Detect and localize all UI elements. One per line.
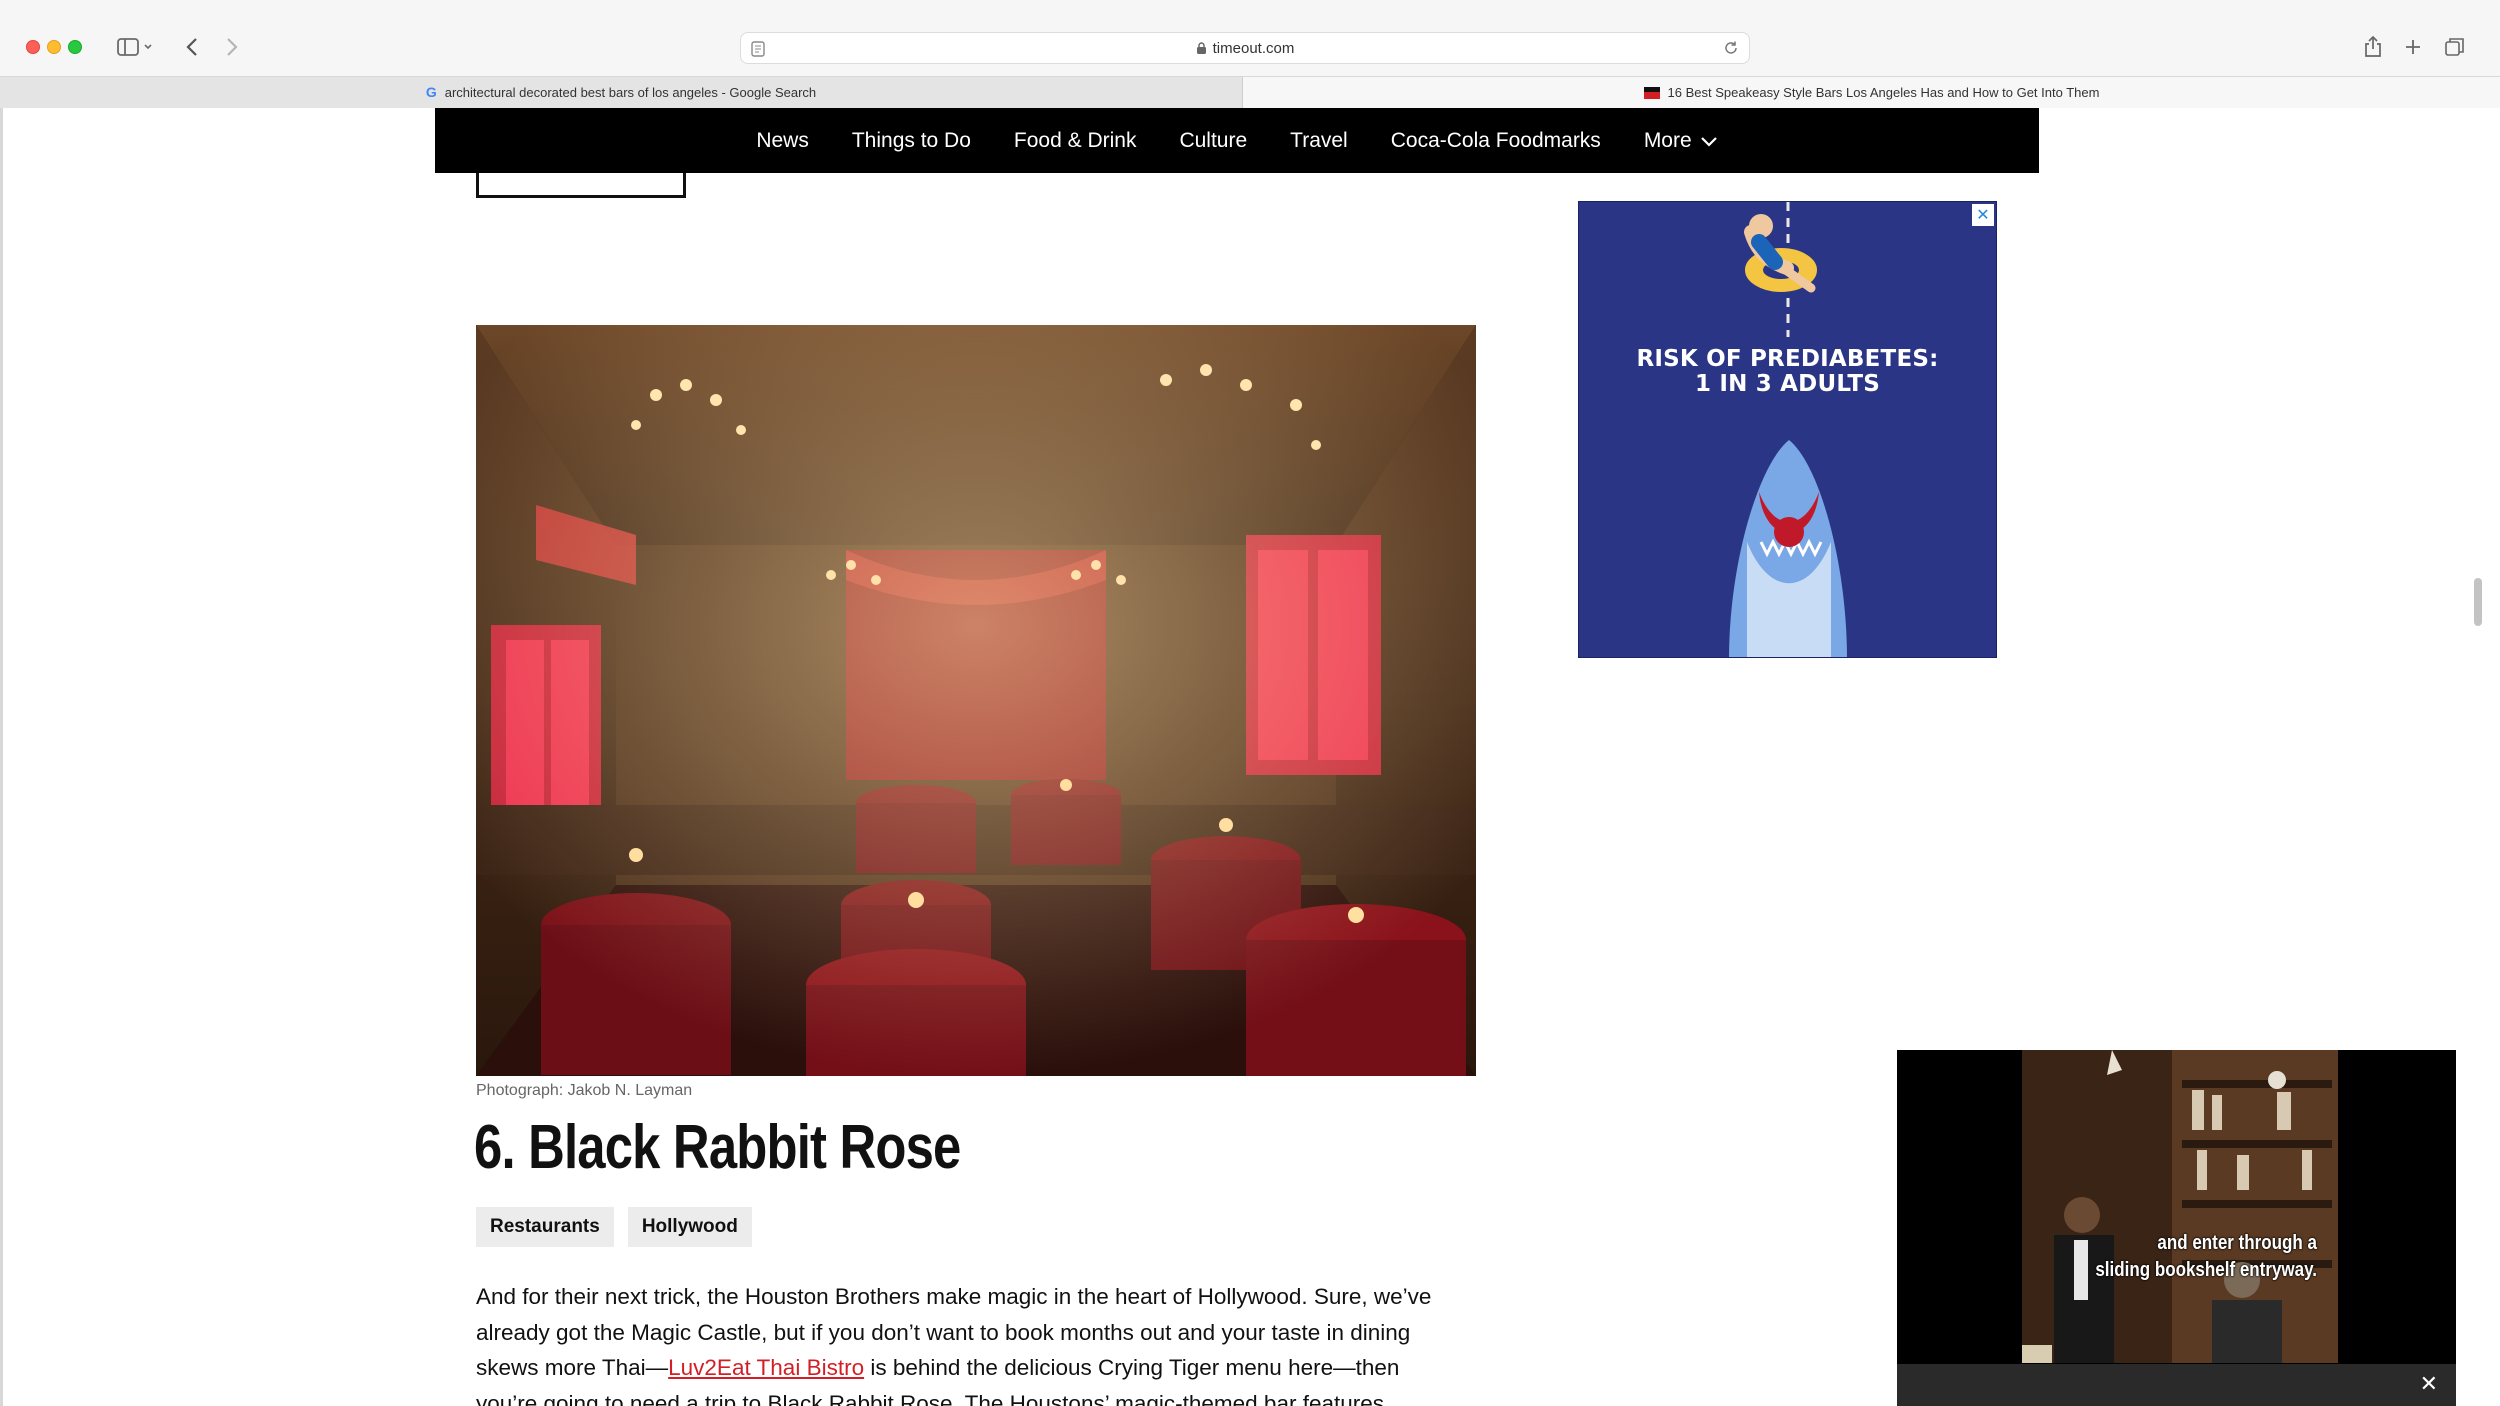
nav-item-news[interactable]: News (756, 129, 809, 153)
advertisement[interactable]: RISK OF PREDIABETES: 1 IN 3 ADULTS ✕ (1578, 201, 1997, 658)
nav-more-label: More (1643, 128, 1692, 152)
new-tab-button[interactable] (2400, 32, 2426, 62)
tab-timeout-article[interactable]: 16 Best Speakeasy Style Bars Los Angeles… (1243, 77, 2500, 108)
tag-restaurants[interactable]: Restaurants (476, 1207, 614, 1247)
url-host: timeout.com (1212, 40, 1295, 57)
video-subtitle-line-2: sliding bookshelf entryway. (2095, 1259, 2317, 1281)
article-photo (476, 325, 1476, 1076)
ad-headline-line-2: 1 IN 3 ADULTS (1694, 371, 1881, 397)
photo-caption: Photograph: Jakob N. Layman (476, 1082, 693, 1099)
ad-headline-line-1: RISK OF PREDIABETES: (1636, 346, 1939, 372)
tab-overview-icon (2445, 38, 2464, 56)
lock-icon (1196, 42, 1206, 54)
ad-illustration (1729, 202, 1847, 657)
video-subtitle-line-1: and enter through a (2157, 1232, 2317, 1254)
chevron-down-icon (1700, 136, 1717, 147)
bar-interior-image (476, 325, 1476, 1076)
floating-video-player[interactable]: and enter through a sliding bookshelf en… (1897, 1050, 2456, 1406)
timeout-favicon-icon (1643, 86, 1660, 99)
article-heading: 6. Black Rabbit Rose (474, 1113, 961, 1182)
window-edge (0, 108, 3, 1406)
share-icon (2365, 36, 2381, 57)
video-frame (2022, 1050, 2338, 1363)
tab-bar: G architectural decorated best bars of l… (0, 76, 2500, 108)
article-paragraph: And for their next trick, the Houston Br… (476, 1279, 1456, 1406)
nav-item-foodmarks[interactable]: Coca-Cola Foodmarks (1391, 129, 1601, 153)
nav-item-culture[interactable]: Culture (1179, 129, 1247, 153)
minimize-window-button[interactable] (47, 40, 61, 54)
nav-item-food-drink[interactable]: Food & Drink (1014, 129, 1137, 153)
forward-button[interactable] (220, 32, 244, 62)
chevron-right-icon (227, 38, 238, 56)
browser-toolbar: timeout.com (0, 0, 2500, 76)
zoom-window-button[interactable] (68, 40, 82, 54)
tab-overview-button[interactable] (2442, 32, 2468, 62)
site-nav: News Things to Do Food & Drink Culture T… (435, 108, 2039, 173)
close-window-button[interactable] (26, 40, 40, 54)
back-button[interactable] (180, 32, 204, 62)
page-scrollbar[interactable] (2474, 578, 2482, 626)
nav-item-more[interactable]: More (1644, 129, 1718, 153)
page-content: News Things to Do Food & Drink Culture T… (0, 108, 2500, 1406)
video-still-image (2022, 1050, 2338, 1363)
video-control-bar (1897, 1364, 2456, 1406)
close-icon: ✕ (1976, 207, 1990, 224)
nav-item-travel[interactable]: Travel (1290, 129, 1348, 153)
video-close-button[interactable]: ✕ (2420, 1371, 2438, 1397)
tab-label: architectural decorated best bars of los… (444, 85, 817, 100)
ad-headline: RISK OF PREDIABETES: 1 IN 3 ADULTS (1579, 347, 1996, 397)
sidebar-icon (117, 38, 152, 56)
article-tags: Restaurants Hollywood (476, 1207, 752, 1247)
google-icon: G (425, 84, 437, 100)
tab-google-search[interactable]: G architectural decorated best bars of l… (0, 77, 1243, 108)
reload-icon[interactable] (1723, 40, 1739, 56)
tag-hollywood[interactable]: Hollywood (627, 1207, 752, 1247)
address-bar[interactable]: timeout.com (740, 32, 1750, 64)
share-button[interactable] (2360, 32, 2386, 62)
chevron-left-icon (186, 38, 197, 56)
tab-label: 16 Best Speakeasy Style Bars Los Angeles… (1667, 85, 2100, 100)
ad-close-button[interactable]: ✕ (1972, 204, 1994, 226)
video-subtitle: and enter through a sliding bookshelf en… (2071, 1230, 2317, 1284)
address-host-wrapper: timeout.com (741, 33, 1749, 65)
restaurant-link[interactable]: Luv2Eat Thai Bistro (668, 1355, 864, 1380)
plus-icon (2406, 40, 2420, 54)
sidebar-toggle-button[interactable] (110, 32, 160, 62)
nav-item-things-to-do[interactable]: Things to Do (852, 129, 971, 153)
